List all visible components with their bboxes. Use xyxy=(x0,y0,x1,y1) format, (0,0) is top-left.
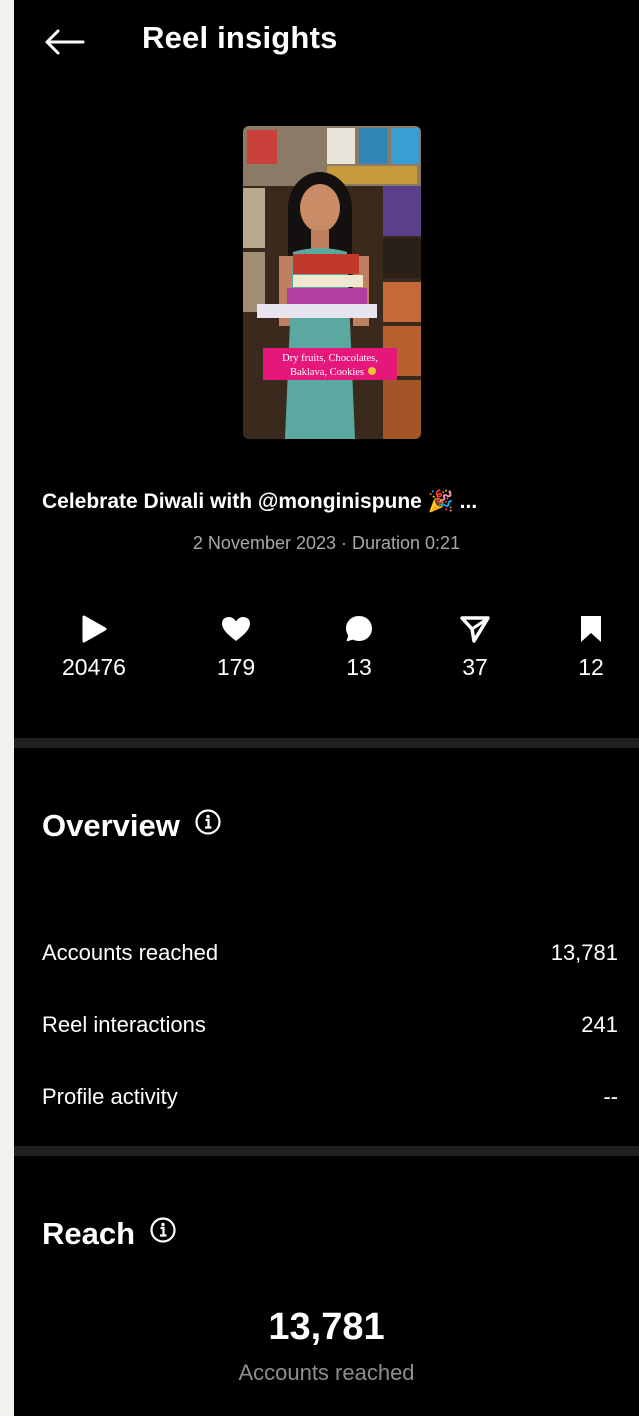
row-label: Profile activity xyxy=(42,1084,178,1109)
reach-title: Reach xyxy=(42,1216,136,1251)
page-title: Reel insights xyxy=(142,20,338,55)
info-icon[interactable] xyxy=(149,1216,177,1252)
likes-count: 179 xyxy=(216,654,256,680)
thumbnail-overlay-line1: Dry fruits, Chocolates, xyxy=(282,353,378,364)
reel-thumbnail-image: Dry fruits, Chocolates, Baklava, Cookies xyxy=(243,126,421,439)
row-label: Accounts reached xyxy=(42,940,219,965)
row-value: 13,781 xyxy=(550,940,618,965)
row-value: -- xyxy=(603,1084,618,1109)
arrow-left-icon xyxy=(45,29,85,55)
saves-count: 12 xyxy=(578,654,604,680)
comments-stat[interactable]: 13 xyxy=(304,612,414,681)
reel-meta: 2 November 2023 · Duration 0:21 xyxy=(192,533,461,553)
overview-row-reel-interactions[interactable]: Reel interactions 241 xyxy=(42,1005,618,1045)
reach-value: 13,781 xyxy=(268,1306,385,1348)
back-button[interactable] xyxy=(40,24,88,60)
overview-title: Overview xyxy=(42,808,180,843)
reel-thumbnail[interactable]: Dry fruits, Chocolates, Baklava, Cookies xyxy=(243,126,421,439)
shares-stat[interactable]: 37 xyxy=(420,612,530,681)
shares-count: 37 xyxy=(462,654,488,680)
plays-stat[interactable]: 20476 xyxy=(39,612,149,681)
stats-row: 20476 179 13 37 12 xyxy=(14,612,639,692)
emoji-icon xyxy=(368,367,376,375)
bookmark-icon xyxy=(581,616,601,642)
comments-count: 13 xyxy=(346,654,372,680)
likes-stat[interactable]: 179 xyxy=(181,612,291,681)
saves-stat[interactable]: 12 xyxy=(536,612,639,681)
overview-row-accounts-reached[interactable]: Accounts reached 13,781 xyxy=(42,933,618,973)
reel-caption[interactable]: Celebrate Diwali with @monginispune 🎉 ..… xyxy=(42,490,477,514)
share-icon xyxy=(460,616,490,643)
overview-heading: Overview xyxy=(42,808,222,844)
thumbnail-overlay-line2: Baklava, Cookies xyxy=(290,367,364,378)
section-divider xyxy=(14,738,639,748)
section-divider xyxy=(14,1146,639,1156)
reel-insights-screen: Reel insights Dry fruits, Chocolates, Ba… xyxy=(14,0,639,1416)
row-value: 241 xyxy=(581,1012,618,1037)
header: Reel insights xyxy=(14,0,639,82)
comment-icon xyxy=(346,616,372,642)
reach-label: Accounts reached xyxy=(238,1360,415,1385)
reach-heading: Reach xyxy=(42,1216,177,1252)
play-icon xyxy=(82,615,107,643)
row-label: Reel interactions xyxy=(42,1012,206,1037)
heart-icon xyxy=(222,617,250,641)
plays-count: 20476 xyxy=(62,654,126,680)
info-icon[interactable] xyxy=(194,808,222,844)
overview-row-profile-activity[interactable]: Profile activity -- xyxy=(42,1077,618,1117)
